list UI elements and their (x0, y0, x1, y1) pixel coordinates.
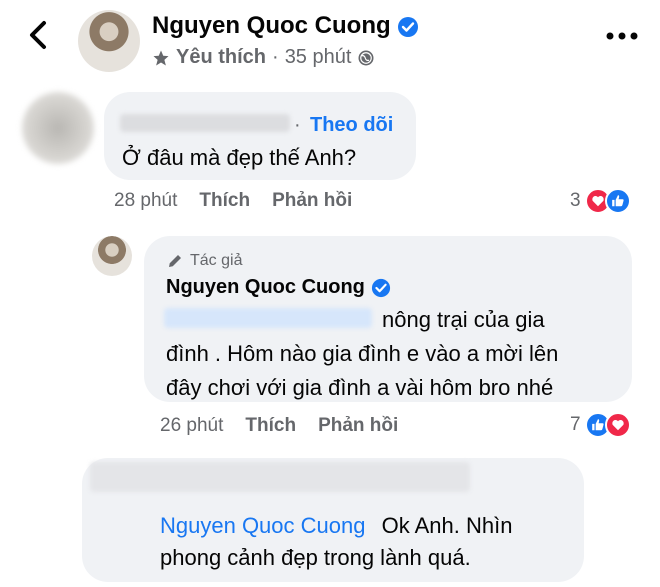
meta-separator: · (272, 46, 279, 68)
reply-author-name[interactable]: Nguyen Quoc Cuong (166, 276, 391, 299)
comment-actions: 28 phút Thích Phản hồi (114, 190, 352, 212)
commenter-name-blurred (90, 462, 470, 492)
comment-time[interactable]: 28 phút (114, 190, 177, 212)
star-icon (153, 50, 169, 65)
post-meta: Yêu thích · 35 phút (152, 46, 375, 69)
reply-text-line3: đây chơi với gia đình a vài hôm bro nhé (166, 375, 554, 400)
reply2-line2: phong cảnh đẹp trong lành quá. (160, 545, 471, 570)
pencil-icon (169, 255, 181, 267)
verified-icon (371, 278, 390, 297)
post-time[interactable]: 35 phút (285, 46, 352, 69)
reply-text-line2: đình . Hôm nào gia đình e vào a mời lên (166, 341, 559, 366)
more-icon[interactable] (602, 26, 642, 46)
commenter-avatar[interactable] (22, 92, 94, 164)
reply-text-line1: nông trại của gia (382, 307, 545, 332)
reaction-count: 3 (570, 190, 581, 211)
author-avatar[interactable] (92, 236, 132, 276)
follow-button[interactable]: Theo dõi (310, 114, 393, 137)
reply-author-name-text[interactable]: Nguyen Quoc Cuong (166, 276, 365, 299)
reply-time[interactable]: 26 phút (160, 415, 223, 437)
like-button[interactable]: Thích (245, 415, 296, 437)
reply2-line1: Nguyen Quoc Cuong Ok Anh. Nhìn (160, 508, 512, 544)
author-name[interactable]: Nguyen Quoc Cuong (152, 12, 391, 39)
avatar[interactable] (78, 10, 140, 72)
favorite-label: Yêu thích (176, 46, 267, 68)
reply2-text: Ok Anh. Nhìn (381, 513, 513, 538)
like-button[interactable]: Thích (199, 190, 250, 212)
reaction-summary[interactable]: 7 (570, 412, 631, 438)
mention-link[interactable]: Nguyen Quoc Cuong (160, 513, 365, 538)
reply-button[interactable]: Phản hồi (272, 190, 352, 212)
author-badge-label: Tác giả (190, 252, 243, 269)
like-reaction-icon (604, 188, 631, 214)
back-chevron-icon[interactable] (22, 18, 56, 52)
reply-actions: 26 phút Thích Phản hồi (160, 415, 398, 437)
verified-icon (398, 16, 419, 37)
author-badge: Tác giả (166, 252, 242, 270)
comment-text: Ở đâu mà đẹp thế Anh? (122, 145, 357, 170)
reply-button[interactable]: Phản hồi (318, 415, 398, 437)
commenter-name-blurred (120, 114, 290, 132)
reaction-count: 7 (570, 414, 581, 435)
reaction-summary[interactable]: 3 (570, 188, 631, 214)
follow-dot: · (294, 114, 301, 136)
mention-blurred (164, 308, 372, 328)
page-title[interactable]: Nguyen Quoc Cuong (152, 12, 419, 40)
post-header: Nguyen Quoc Cuong Yêu thích · 35 phút (0, 0, 660, 88)
globe-icon (358, 50, 374, 65)
heart-reaction-icon (604, 412, 631, 438)
